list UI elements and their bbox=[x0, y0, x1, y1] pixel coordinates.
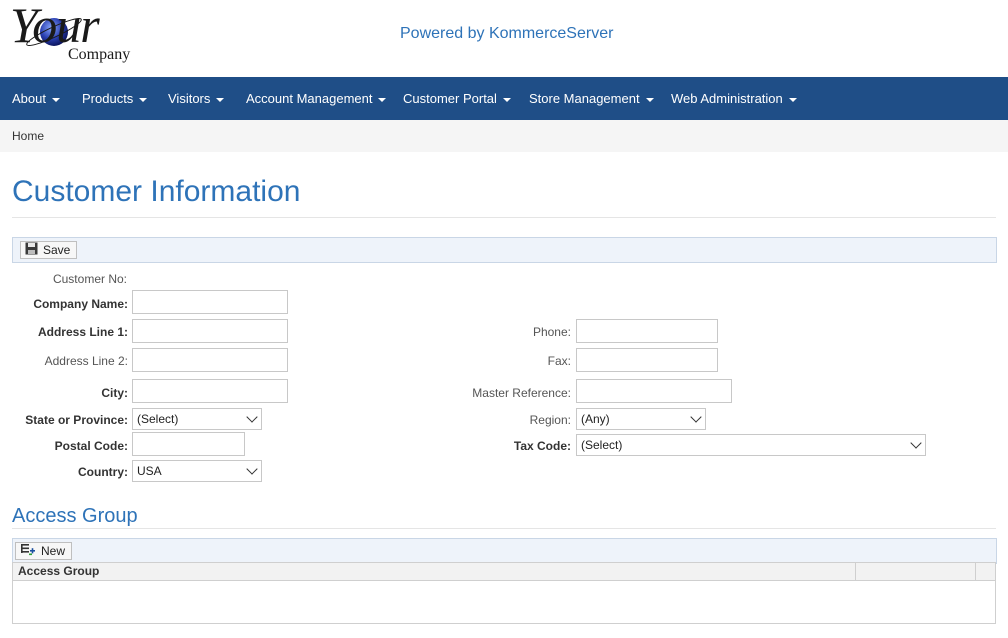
access-group-toolbar: New bbox=[12, 538, 997, 564]
nav-label: Visitors bbox=[168, 91, 211, 106]
address-line-1-label: Address Line 1: bbox=[37, 325, 128, 339]
logo-subtext: Company bbox=[68, 46, 131, 63]
access-group-grid-body bbox=[12, 581, 996, 624]
powered-by-text: Powered by KommerceServer bbox=[400, 25, 614, 42]
nav-label: About bbox=[12, 91, 46, 106]
section-divider bbox=[12, 528, 996, 529]
nav-label: Account Management bbox=[246, 91, 373, 106]
phone-input[interactable] bbox=[576, 319, 718, 343]
caret-down-icon bbox=[502, 97, 511, 102]
master-reference-input[interactable] bbox=[576, 379, 732, 403]
country-selected-value: USA bbox=[137, 464, 162, 478]
city-label: City: bbox=[101, 386, 128, 400]
nav-label: Customer Portal bbox=[403, 91, 497, 106]
region-select[interactable]: (Any) bbox=[576, 408, 706, 430]
region-selected-value: (Any) bbox=[581, 412, 610, 426]
save-disk-icon bbox=[25, 242, 38, 259]
page-title: Customer Information bbox=[12, 175, 301, 208]
form-toolbar: Save bbox=[12, 237, 997, 263]
country-select[interactable]: USA bbox=[132, 460, 262, 482]
save-button[interactable]: Save bbox=[20, 241, 78, 259]
main-navbar: About Products Visitors Account Manageme… bbox=[0, 77, 1008, 120]
save-label: Save bbox=[43, 243, 71, 257]
tax-code-selected-value: (Select) bbox=[581, 438, 623, 452]
chevron-down-icon bbox=[910, 437, 922, 449]
address-line-1-input[interactable] bbox=[132, 319, 288, 343]
state-select[interactable]: (Select) bbox=[132, 408, 262, 430]
column-header-blank bbox=[856, 563, 861, 580]
access-group-grid-header: Access Group bbox=[12, 562, 996, 581]
caret-down-icon bbox=[645, 97, 654, 102]
breadcrumb-home[interactable]: Home bbox=[12, 129, 44, 143]
nav-label: Products bbox=[82, 91, 134, 106]
nav-label: Store Management bbox=[529, 91, 640, 106]
state-label: State or Province: bbox=[25, 413, 128, 427]
nav-web-administration[interactable]: Web Administration bbox=[671, 77, 797, 120]
nav-products[interactable]: Products bbox=[82, 77, 148, 120]
caret-down-icon bbox=[378, 97, 387, 102]
tax-code-label: Tax Code: bbox=[513, 439, 571, 453]
chevron-down-icon bbox=[690, 411, 702, 423]
chevron-down-icon bbox=[246, 411, 258, 423]
caret-down-icon bbox=[216, 97, 225, 102]
postal-code-input[interactable] bbox=[132, 432, 245, 456]
fax-label: Fax: bbox=[547, 354, 571, 368]
address-line-2-input[interactable] bbox=[132, 348, 288, 372]
tax-code-select[interactable]: (Select) bbox=[576, 434, 926, 456]
logo-text: Your bbox=[10, 0, 100, 53]
column-header-access-group[interactable]: Access Group bbox=[13, 563, 99, 580]
postal-code-label: Postal Code: bbox=[54, 439, 128, 453]
company-name-label: Company Name: bbox=[33, 297, 128, 311]
column-header-blank bbox=[976, 563, 981, 580]
breadcrumb: Home bbox=[0, 120, 1008, 152]
master-reference-label: Master Reference: bbox=[472, 386, 571, 400]
nav-customer-portal[interactable]: Customer Portal bbox=[403, 77, 511, 120]
company-logo[interactable]: Your Company bbox=[10, 0, 145, 66]
fax-input[interactable] bbox=[576, 348, 718, 372]
new-access-group-button[interactable]: New bbox=[15, 542, 73, 560]
access-group-heading: Access Group bbox=[12, 505, 138, 527]
state-selected-value: (Select) bbox=[137, 412, 179, 426]
title-divider bbox=[12, 217, 996, 218]
caret-down-icon bbox=[51, 97, 60, 102]
add-row-icon bbox=[20, 543, 36, 560]
header: Your Company Powered by KommerceServer bbox=[0, 0, 1008, 77]
company-name-input[interactable] bbox=[132, 290, 288, 314]
nav-account-management[interactable]: Account Management bbox=[246, 77, 387, 120]
nav-about[interactable]: About bbox=[12, 77, 60, 120]
city-input[interactable] bbox=[132, 379, 288, 403]
nav-store-management[interactable]: Store Management bbox=[529, 77, 654, 120]
customer-no-label: Customer No: bbox=[52, 272, 127, 286]
nav-label: Web Administration bbox=[671, 91, 783, 106]
region-label: Region: bbox=[529, 413, 571, 427]
phone-label: Phone: bbox=[532, 325, 571, 339]
chevron-down-icon bbox=[246, 463, 258, 475]
address-line-2-label: Address Line 2: bbox=[44, 354, 128, 368]
caret-down-icon bbox=[139, 97, 148, 102]
country-label: Country: bbox=[78, 465, 128, 479]
new-label: New bbox=[41, 544, 66, 558]
nav-visitors[interactable]: Visitors bbox=[168, 77, 225, 120]
caret-down-icon bbox=[788, 97, 797, 102]
